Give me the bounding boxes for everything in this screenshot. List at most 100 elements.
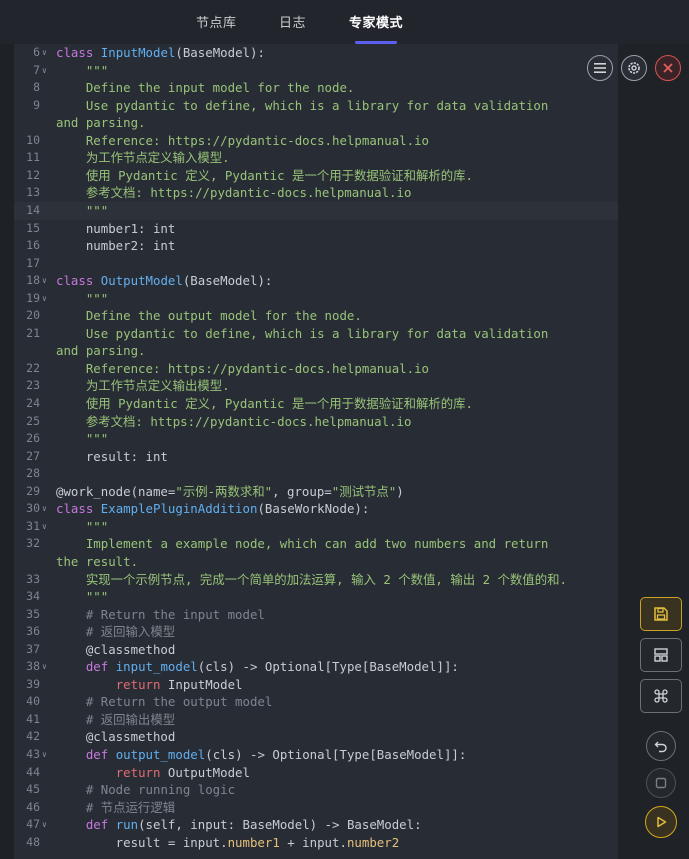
code-line[interactable]: 47 ∨ def run(self, input: BaseModel) -> B… bbox=[14, 816, 618, 834]
code-line[interactable]: 19 ∨ """ bbox=[14, 290, 618, 308]
code-text: Implement a example node, which can add … bbox=[85, 536, 549, 552]
fold-chevron-icon[interactable]: ∨ bbox=[42, 272, 47, 290]
code-line[interactable]: 13 参考文档: https://pydantic-docs.helpmanua… bbox=[14, 184, 618, 202]
code-line[interactable]: 37 @classmethod bbox=[14, 641, 618, 659]
code-line[interactable]: 9 Use pydantic to define, which is a lib… bbox=[14, 97, 618, 115]
fold-chevron-icon[interactable]: ∨ bbox=[42, 290, 47, 308]
code-line[interactable]: 24 使用 Pydantic 定义, Pydantic 是一个用于数据验证和解析… bbox=[14, 395, 618, 413]
fold-chevron-icon[interactable]: ∨ bbox=[42, 518, 47, 536]
code-line[interactable]: 38 ∨ def input_model(cls) -> Optional[Typ… bbox=[14, 658, 618, 676]
settings-button[interactable] bbox=[621, 55, 647, 81]
tab-expert-mode[interactable]: 专家模式 bbox=[349, 12, 403, 31]
code-text: # Node running logic bbox=[85, 782, 236, 798]
code-line[interactable]: 16 number2: int bbox=[14, 237, 618, 255]
line-number: 47 bbox=[26, 817, 40, 832]
layout-button[interactable] bbox=[640, 638, 682, 672]
fold-chevron-icon[interactable]: ∨ bbox=[42, 816, 47, 834]
command-button[interactable] bbox=[640, 679, 682, 713]
hamburger-menu-icon bbox=[594, 63, 606, 73]
more-options-icon[interactable]: ⋮ bbox=[683, 12, 689, 28]
line-number: 30 bbox=[26, 501, 40, 516]
fold-chevron-icon[interactable]: ∨ bbox=[42, 658, 47, 676]
code-line[interactable]: 11 为工作节点定义输入模型. bbox=[14, 149, 618, 167]
code-line[interactable]: 34 """ bbox=[14, 588, 618, 606]
fold-chevron-icon[interactable]: ∨ bbox=[42, 746, 47, 764]
code-line[interactable]: 29 @work_node(name="示例-两数求和", group="测试节点… bbox=[14, 483, 618, 501]
code-line[interactable]: 17 bbox=[14, 255, 618, 273]
code-line[interactable]: 43 ∨ def output_model(cls) -> Optional[Ty… bbox=[14, 746, 618, 764]
line-number: 6 bbox=[33, 45, 40, 59]
code-line[interactable]: 32 Implement a example node, which can a… bbox=[14, 535, 618, 553]
code-text: the result. bbox=[56, 553, 139, 569]
code-text: and parsing. bbox=[56, 343, 146, 359]
code-line[interactable]: 15 number1: int bbox=[14, 220, 618, 238]
code-line[interactable]: 35 # Return the input model bbox=[14, 606, 618, 624]
code-line[interactable]: 48 result = input.number1 + input.number… bbox=[14, 834, 618, 852]
code-line[interactable]: 12 使用 Pydantic 定义, Pydantic 是一个用于数据验证和解析… bbox=[14, 167, 618, 185]
fold-chevron-icon[interactable]: ∨ bbox=[42, 44, 47, 62]
fold-chevron-icon[interactable]: ∨ bbox=[42, 500, 47, 518]
code-line[interactable]: 7 ∨ """ bbox=[14, 62, 618, 80]
code-line[interactable]: 6 ∨ class InputModel(BaseModel): bbox=[14, 44, 618, 62]
editor-gutter-strip bbox=[0, 44, 14, 859]
code-text: Define the output model for the node. bbox=[85, 308, 362, 324]
run-button[interactable] bbox=[645, 806, 677, 838]
code-editor[interactable]: 6 ∨ class InputModel(BaseModel): 7 ∨ """ 8 De… bbox=[14, 44, 618, 859]
command-icon bbox=[654, 689, 668, 703]
code-line[interactable]: 22 Reference: https://pydantic-docs.help… bbox=[14, 360, 618, 378]
code-line[interactable]: 30 ∨ class ExamplePluginAddition(BaseWorkN… bbox=[14, 500, 618, 518]
code-line[interactable]: 18 ∨ class OutputModel(BaseModel): bbox=[14, 272, 618, 290]
code-text: 为工作节点定义输入模型. bbox=[85, 150, 230, 166]
code-line[interactable]: 20 Define the output model for the node. bbox=[14, 307, 618, 325]
menu-button[interactable] bbox=[587, 55, 613, 81]
code-line[interactable]: 26 """ bbox=[14, 430, 618, 448]
line-number: 26 bbox=[26, 431, 40, 446]
code-line[interactable]: 10 Reference: https://pydantic-docs.help… bbox=[14, 132, 618, 150]
tab-node-library[interactable]: 节点库 bbox=[196, 12, 237, 31]
code-text: # 返回输出模型 bbox=[85, 711, 176, 727]
code-line[interactable]: and parsing. bbox=[14, 114, 618, 132]
line-number: 10 bbox=[26, 132, 40, 147]
stop-button[interactable] bbox=[646, 768, 676, 798]
line-number: 23 bbox=[26, 378, 40, 393]
code-text: """ bbox=[85, 589, 109, 605]
code-text: Reference: https://pydantic-docs.helpman… bbox=[85, 132, 429, 148]
code-line[interactable]: 21 Use pydantic to define, which is a li… bbox=[14, 325, 618, 343]
code-line[interactable]: 25 参考文档: https://pydantic-docs.helpmanua… bbox=[14, 413, 618, 431]
code-text: # 返回输入模型 bbox=[85, 624, 176, 640]
code-line[interactable]: 44 return OutputModel bbox=[14, 764, 618, 782]
line-number: 44 bbox=[26, 764, 40, 779]
code-line[interactable]: 40 # Return the output model bbox=[14, 693, 618, 711]
code-line[interactable]: 28 bbox=[14, 465, 618, 483]
code-line[interactable]: 8 Define the input model for the node. bbox=[14, 79, 618, 97]
line-number: 14 bbox=[26, 202, 40, 217]
code-line[interactable]: 31 ∨ """ bbox=[14, 518, 618, 536]
line-number: 21 bbox=[26, 325, 40, 340]
line-number: 25 bbox=[26, 413, 40, 428]
code-line[interactable]: 39 return InputModel bbox=[14, 676, 618, 694]
code-line[interactable]: 23 为工作节点定义输出模型. bbox=[14, 377, 618, 395]
line-number: 13 bbox=[26, 185, 40, 200]
code-line[interactable]: 41 # 返回输出模型 bbox=[14, 711, 618, 729]
code-line[interactable]: 45 # Node running logic bbox=[14, 781, 618, 799]
code-line[interactable]: and parsing. bbox=[14, 342, 618, 360]
code-text: @work_node(name="示例-两数求和", group="测试节点") bbox=[56, 483, 404, 499]
code-text: @classmethod bbox=[56, 729, 176, 745]
code-line[interactable]: 27 result: int bbox=[14, 448, 618, 466]
tab-logs[interactable]: 日志 bbox=[279, 12, 306, 31]
code-line[interactable]: 46 # 节点运行逻辑 bbox=[14, 799, 618, 817]
code-line[interactable]: 36 # 返回输入模型 bbox=[14, 623, 618, 641]
code-text: number1: int bbox=[56, 220, 176, 236]
code-line[interactable]: 14 """ bbox=[14, 201, 618, 220]
save-button[interactable] bbox=[640, 597, 682, 631]
close-button[interactable] bbox=[655, 55, 681, 81]
line-number: 15 bbox=[26, 220, 40, 235]
code-line[interactable]: 33 实现一个示例节点, 完成一个简单的加法运算, 输入 2 个数值, 输出 2… bbox=[14, 571, 618, 589]
code-text: 实现一个示例节点, 完成一个简单的加法运算, 输入 2 个数值, 输出 2 个数… bbox=[85, 571, 567, 587]
undo-button[interactable] bbox=[646, 731, 676, 761]
code-text: def input_model(cls) -> Optional[Type[Ba… bbox=[85, 659, 459, 675]
code-line[interactable]: the result. bbox=[14, 553, 618, 571]
code-line[interactable]: 42 @classmethod bbox=[14, 728, 618, 746]
fold-chevron-icon[interactable]: ∨ bbox=[42, 62, 47, 80]
line-number: 19 bbox=[26, 290, 40, 305]
